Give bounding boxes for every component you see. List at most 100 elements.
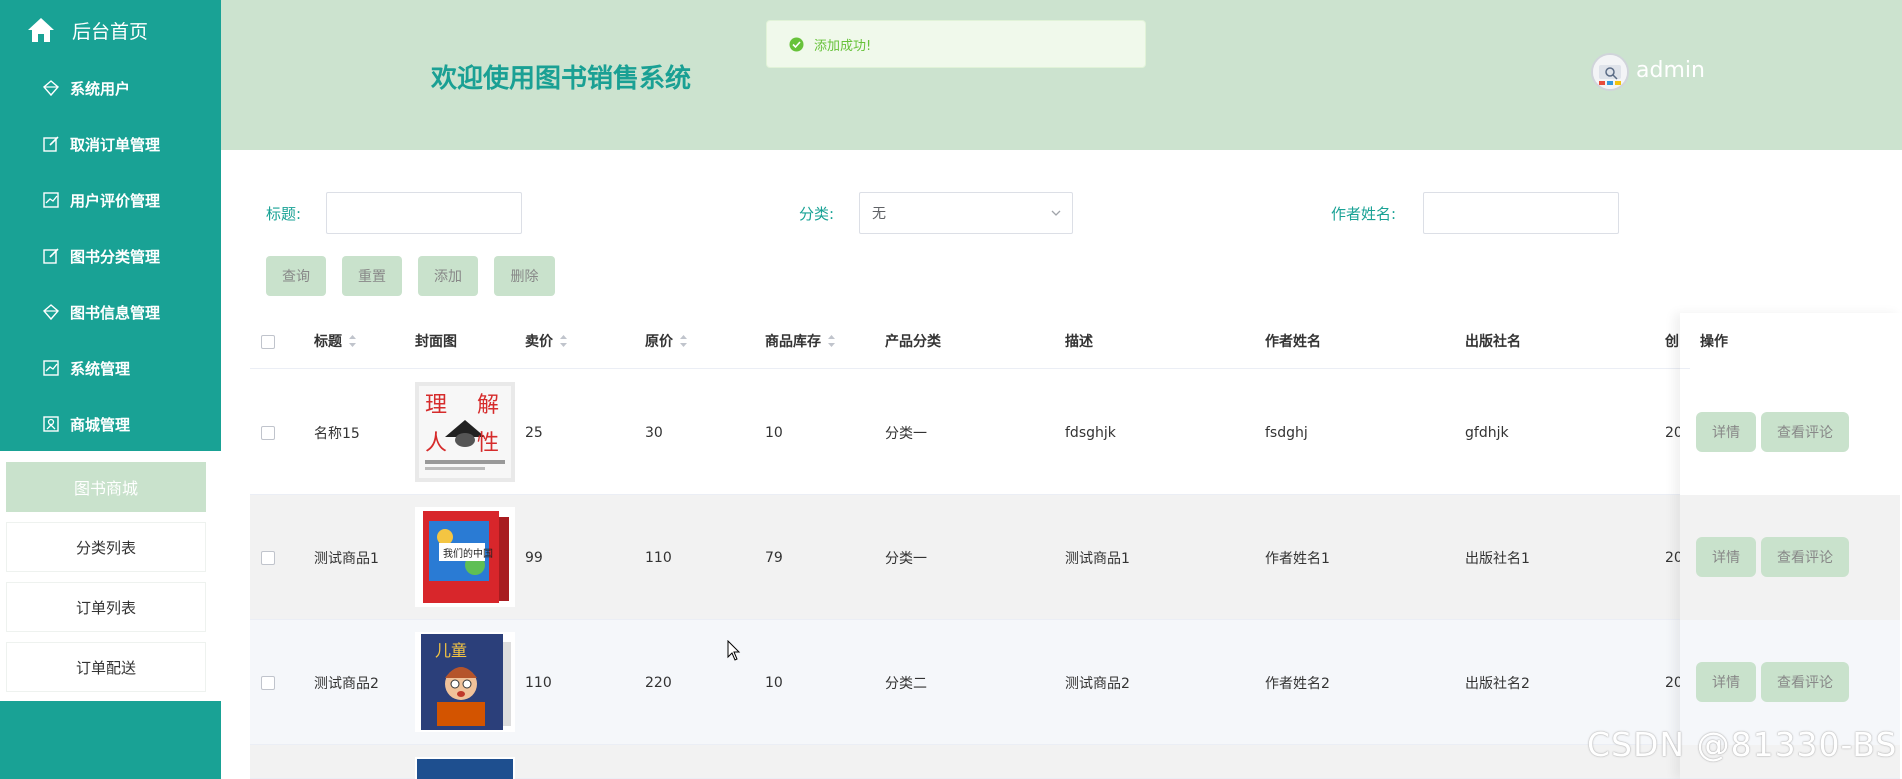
column-header-label: 卖价 (525, 334, 553, 350)
title-filter-input[interactable] (326, 192, 522, 234)
column-header-publisher: 出版社名 (1465, 313, 1521, 369)
chart-icon (43, 192, 59, 208)
book-cover-image: 我们的中国 (415, 507, 515, 607)
detail-button[interactable]: 详情 (1696, 412, 1756, 452)
column-header-label: 出版社名 (1465, 334, 1521, 350)
table-row: 名称15 理 解 人 性 25 30 10 分类一 fdsghjk fsdghj… (250, 370, 1900, 495)
detail-button[interactable]: 详情 (1696, 662, 1756, 702)
avatar-image-icon (1593, 55, 1627, 89)
column-header-label: 封面图 (415, 334, 457, 350)
cell-price: 99 (525, 549, 543, 566)
sort-icon[interactable] (827, 334, 836, 348)
category-filter-label: 分类: (799, 205, 835, 223)
sidebar-item-user-reviews[interactable]: 用户评价管理 (0, 172, 221, 228)
view-reviews-button[interactable]: 查看评论 (1761, 662, 1849, 702)
cell-author: 作者姓名1 (1265, 550, 1330, 567)
sidebar: 后台首页 系统用户 取消订单管理 用户评价管理 图书分类管理 图书信息管理 系统… (0, 0, 221, 779)
cell-title: 测试商品1 (314, 550, 379, 567)
sidebar-menu: 系统用户 取消订单管理 用户评价管理 图书分类管理 图书信息管理 系统管理 商城… (0, 60, 221, 452)
cell-description: 测试商品2 (1065, 675, 1130, 692)
cell-stock: 10 (765, 424, 783, 441)
column-header-original-price[interactable]: 原价 (645, 313, 688, 369)
avatar[interactable] (1591, 53, 1629, 91)
sort-icon[interactable] (348, 334, 357, 348)
sidebar-item-system-settings[interactable]: 系统管理 (0, 340, 221, 396)
check-circle-icon (789, 37, 804, 51)
author-filter-input[interactable] (1423, 192, 1619, 234)
column-header-title[interactable]: 标题 (314, 313, 357, 369)
cell-price: 110 (525, 674, 552, 691)
add-button[interactable]: 添加 (418, 256, 478, 296)
sidebar-item-label: 用户评价管理 (70, 191, 161, 210)
sort-icon[interactable] (559, 334, 568, 348)
column-header-description: 描述 (1065, 313, 1093, 369)
toast-message: 添加成功! (814, 38, 872, 54)
column-header-actions: 操作 (1690, 313, 1900, 369)
home-icon (28, 18, 54, 42)
sort-icon[interactable] (679, 334, 688, 348)
view-reviews-button[interactable]: 查看评论 (1761, 537, 1849, 577)
row-checkbox[interactable] (261, 551, 275, 565)
cell-description: fdsghjk (1065, 424, 1116, 441)
sidebar-item-book-categories[interactable]: 图书分类管理 (0, 228, 221, 284)
row-checkbox[interactable] (261, 426, 275, 440)
cell-category: 分类一 (885, 425, 927, 442)
edit-icon (43, 248, 59, 264)
mall-submenu: 图书商城 分类列表 订单列表 订单配送 (0, 451, 221, 701)
chevron-down-icon (1051, 210, 1061, 216)
cell-original-price: 30 (645, 424, 663, 441)
cell-stock: 79 (765, 549, 783, 566)
page-title: 欢迎使用图书销售系统 (431, 64, 692, 94)
category-select-value: 无 (872, 206, 886, 222)
sidebar-item-cancel-orders[interactable]: 取消订单管理 (0, 116, 221, 172)
mouse-cursor-icon (727, 640, 741, 661)
username[interactable]: admin (1636, 58, 1705, 83)
edit-icon (43, 136, 59, 152)
cell-title: 名称15 (314, 425, 360, 442)
cell-title: 测试商品2 (314, 675, 379, 692)
column-header-stock[interactable]: 商品库存 (765, 313, 836, 369)
diamond-icon (43, 80, 59, 97)
home-link[interactable]: 后台首页 (0, 0, 221, 60)
view-reviews-button[interactable]: 查看评论 (1761, 412, 1849, 452)
sidebar-item-mall-management[interactable]: 商城管理 (0, 396, 221, 452)
sidebar-item-system-users[interactable]: 系统用户 (0, 60, 221, 116)
row-checkbox[interactable] (261, 676, 275, 690)
column-header-price[interactable]: 卖价 (525, 313, 568, 369)
column-header-label: 描述 (1065, 334, 1093, 350)
column-header-label: 标题 (314, 334, 342, 350)
cover-text: 儿童 (435, 641, 467, 660)
sidebar-item-book-info[interactable]: 图书信息管理 (0, 284, 221, 340)
sidebar-item-label: 系统管理 (70, 359, 131, 378)
cell-original-price: 110 (645, 549, 672, 566)
column-header-created: 创 (1665, 313, 1679, 369)
delete-button[interactable]: 删除 (494, 256, 555, 296)
submenu-item-order-list[interactable]: 订单列表 (6, 582, 206, 632)
cell-category: 分类二 (885, 675, 927, 692)
sidebar-item-label: 图书信息管理 (70, 303, 161, 322)
reset-button[interactable]: 重置 (342, 256, 402, 296)
cover-text: 解 (477, 393, 499, 418)
book-cover-image (415, 757, 515, 779)
column-header-label: 操作 (1700, 334, 1728, 350)
select-all-checkbox[interactable] (261, 335, 275, 349)
table-row: 测试商品1 我们的中国 99 110 79 分类一 测试商品1 作者姓名1 出版… (250, 495, 1900, 620)
cell-category: 分类一 (885, 550, 927, 567)
column-header-label: 产品分类 (885, 334, 941, 350)
cell-price: 25 (525, 424, 543, 441)
cell-author: 作者姓名2 (1265, 675, 1330, 692)
search-button[interactable]: 查询 (266, 256, 326, 296)
book-cover-image: 儿童 (415, 632, 515, 732)
column-header-label: 创 (1665, 334, 1679, 350)
submenu-item-category-list[interactable]: 分类列表 (6, 522, 206, 572)
detail-button[interactable]: 详情 (1696, 537, 1756, 577)
cell-stock: 10 (765, 674, 783, 691)
submenu-item-order-delivery[interactable]: 订单配送 (6, 642, 206, 692)
cover-text: 人 (425, 431, 447, 456)
submenu-item-book-mall[interactable]: 图书商城 (6, 462, 206, 512)
cell-description: 测试商品1 (1065, 550, 1130, 567)
cell-publisher: 出版社名1 (1465, 550, 1530, 567)
diamond-icon (43, 304, 59, 321)
category-select[interactable]: 无 (859, 192, 1073, 234)
cover-text: 理 (425, 393, 447, 418)
